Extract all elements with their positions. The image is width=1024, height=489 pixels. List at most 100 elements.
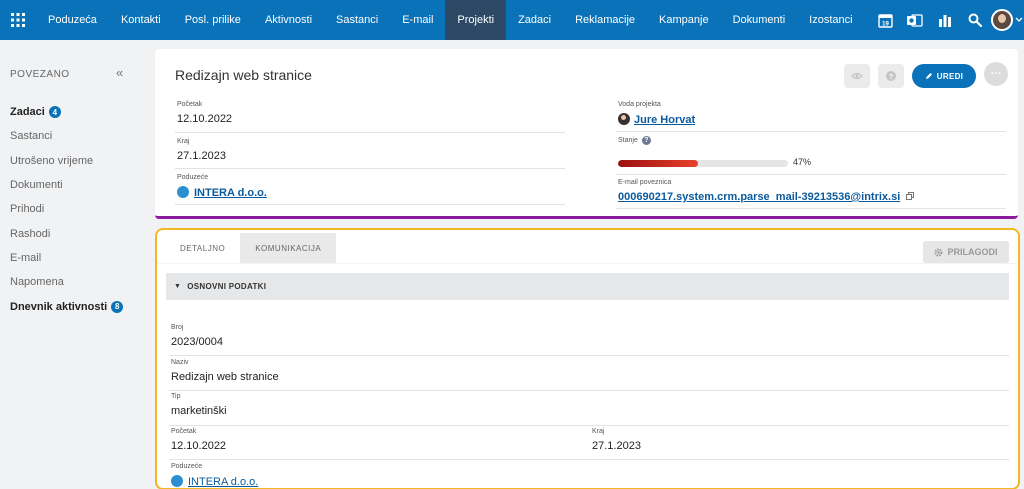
sidebar-item-label: Zadaci bbox=[10, 106, 45, 119]
detail-tabs: DETALJNO KOMUNIKACIJA bbox=[165, 233, 337, 263]
customize-button-label: PRILAGODI bbox=[947, 247, 998, 257]
start-date-field: Početak 12.10.2022 bbox=[177, 101, 232, 125]
progress-percent: 47% bbox=[793, 157, 812, 167]
sidebar-heading: POVEZANO bbox=[10, 69, 70, 80]
field-value: 2023/0004 bbox=[171, 336, 223, 348]
sidebar-item-napomena[interactable]: Napomena bbox=[10, 270, 123, 294]
sidebar-item-rashodi[interactable]: Rashodi bbox=[10, 221, 123, 245]
more-options-button[interactable]: ··· bbox=[984, 62, 1008, 86]
count-badge: 8 bbox=[111, 300, 124, 313]
sidebar-item-label: E-mail bbox=[10, 251, 42, 264]
nav-item-poslovne-prilike[interactable]: Posl. prilike bbox=[173, 0, 253, 40]
copy-icon[interactable] bbox=[906, 192, 915, 200]
company-field: Poduzeće INTERA d.o.o. bbox=[177, 174, 267, 199]
sidebar-item-label: Napomena bbox=[10, 276, 64, 289]
divider bbox=[175, 204, 565, 205]
field-label: Poduzeće bbox=[171, 463, 203, 470]
sidebar-item-dokumenti[interactable]: Dokumenti bbox=[10, 173, 123, 197]
nav-item-projekti[interactable]: Projekti bbox=[445, 0, 507, 40]
tab-komunikacija[interactable]: KOMUNIKACIJA bbox=[240, 233, 337, 263]
more-dots-icon: ··· bbox=[990, 68, 1002, 80]
nav-item-zadaci[interactable]: Zadaci bbox=[506, 0, 563, 40]
search-icon[interactable] bbox=[960, 0, 990, 40]
sidebar-item-zadaci[interactable]: Zadaci 4 bbox=[10, 100, 123, 124]
edit-button[interactable]: UREDI bbox=[912, 64, 976, 88]
field-label: Voda projekta bbox=[618, 101, 661, 108]
company-logo-icon bbox=[171, 475, 183, 487]
user-avatar bbox=[991, 9, 1013, 31]
sidebar-item-label: Rashodi bbox=[10, 227, 51, 240]
project-header-card: Redizajn web stranice ? UREDI ··· Početa… bbox=[155, 49, 1018, 219]
nav-item-dokumenti[interactable]: Dokumenti bbox=[721, 0, 798, 40]
number-field: Broj 2023/0004 bbox=[171, 324, 223, 348]
tab-strip bbox=[157, 263, 1018, 264]
related-sidebar: POVEZANO « Zadaci 4 Sastanci Utrošeno vr… bbox=[0, 48, 145, 489]
end-date-field: Kraj 27.1.2023 bbox=[177, 138, 226, 162]
divider bbox=[169, 390, 1009, 391]
field-label: Naziv bbox=[171, 359, 189, 366]
nav-item-sastanci[interactable]: Sastanci bbox=[324, 0, 390, 40]
person-avatar-icon bbox=[618, 113, 630, 125]
nav-item-email[interactable]: E-mail bbox=[390, 0, 445, 40]
sidebar-item-dnevnik-aktivnosti[interactable]: Dnevnik aktivnosti 8 bbox=[10, 294, 124, 318]
email-link[interactable]: 000690217.system.crm.parse_mail-39213536… bbox=[618, 191, 900, 203]
watch-button[interactable] bbox=[844, 64, 870, 88]
field-value: 27.1.2023 bbox=[177, 150, 226, 162]
sidebar-item-label: Dokumenti bbox=[10, 179, 63, 192]
field-value: 27.1.2023 bbox=[592, 440, 641, 452]
project-lead-field: Voda projekta Jure Horvat bbox=[618, 101, 695, 126]
nav-item-izostanci[interactable]: Izostanci bbox=[797, 0, 864, 40]
field-value: 12.10.2022 bbox=[171, 440, 227, 452]
user-menu[interactable] bbox=[990, 0, 1024, 40]
divider bbox=[169, 355, 1009, 356]
sidebar-item-label: Dnevnik aktivnosti bbox=[10, 300, 108, 313]
eye-icon bbox=[851, 72, 863, 80]
company-link[interactable]: INTERA d.o.o. bbox=[188, 476, 258, 488]
question-icon: ? bbox=[886, 71, 896, 81]
company-logo-icon bbox=[177, 186, 189, 198]
field-label: Tip bbox=[171, 393, 181, 400]
divider bbox=[175, 132, 565, 133]
tab-detaljno[interactable]: DETALJNO bbox=[165, 233, 241, 263]
count-badge: 4 bbox=[48, 106, 61, 119]
help-icon[interactable]: ? bbox=[641, 136, 651, 145]
progress-bar-fill bbox=[618, 160, 698, 167]
bar-chart-icon[interactable] bbox=[930, 0, 960, 40]
sidebar-item-label: Sastanci bbox=[10, 130, 53, 143]
sidebar-item-prihodi[interactable]: Prihodi bbox=[10, 197, 123, 221]
company-link[interactable]: INTERA d.o.o. bbox=[194, 187, 267, 199]
nav-item-poduzeca[interactable]: Poduzeća bbox=[36, 0, 109, 40]
divider bbox=[169, 425, 1009, 426]
sidebar-item-utroseno-vrijeme[interactable]: Utrošeno vrijeme bbox=[10, 149, 123, 173]
sidebar-item-label: Prihodi bbox=[10, 203, 45, 216]
field-label: Kraj bbox=[177, 138, 190, 145]
nav-right-tools: 19 bbox=[870, 0, 1024, 40]
field-label: Početak bbox=[177, 101, 203, 108]
edit-button-label: UREDI bbox=[936, 71, 964, 81]
field-label: Broj bbox=[171, 324, 184, 331]
customize-button[interactable]: PRILAGODI bbox=[923, 241, 1009, 263]
field-label: E-mail poveznica bbox=[618, 179, 672, 186]
sidebar-item-sastanci[interactable]: Sastanci bbox=[10, 124, 123, 148]
outlook-icon[interactable] bbox=[900, 0, 930, 40]
calendar-icon[interactable]: 19 bbox=[870, 0, 900, 40]
field-label: Stanje bbox=[618, 137, 638, 144]
field-label: Početak bbox=[171, 428, 197, 435]
app-grid-icon[interactable] bbox=[0, 0, 36, 40]
collapse-sidebar-icon[interactable]: « bbox=[116, 65, 123, 80]
sidebar-item-label: Utrošeno vrijeme bbox=[10, 154, 94, 167]
nav-menu: Poduzeća Kontakti Posl. prilike Aktivnos… bbox=[36, 0, 865, 40]
nav-item-kampanje[interactable]: Kampanje bbox=[647, 0, 721, 40]
nav-item-reklamacije[interactable]: Reklamacije bbox=[563, 0, 647, 40]
help-button[interactable]: ? bbox=[878, 64, 904, 88]
type-field: Tip marketinški bbox=[171, 393, 227, 417]
project-lead-link[interactable]: Jure Horvat bbox=[634, 114, 695, 126]
calendar-day-number: 19 bbox=[882, 21, 889, 27]
section-header-basic-data[interactable]: ▼ OSNOVNI PODATKI bbox=[166, 273, 1009, 300]
details-card: DETALJNO KOMUNIKACIJA PRILAGODI ▼ OSNOVN… bbox=[155, 228, 1020, 489]
nav-item-aktivnosti[interactable]: Aktivnosti bbox=[253, 0, 324, 40]
nav-item-kontakti[interactable]: Kontakti bbox=[109, 0, 173, 40]
sidebar-item-email[interactable]: E-mail bbox=[10, 246, 123, 270]
field-value: marketinški bbox=[171, 405, 227, 417]
section-title: OSNOVNI PODATKI bbox=[187, 282, 267, 291]
